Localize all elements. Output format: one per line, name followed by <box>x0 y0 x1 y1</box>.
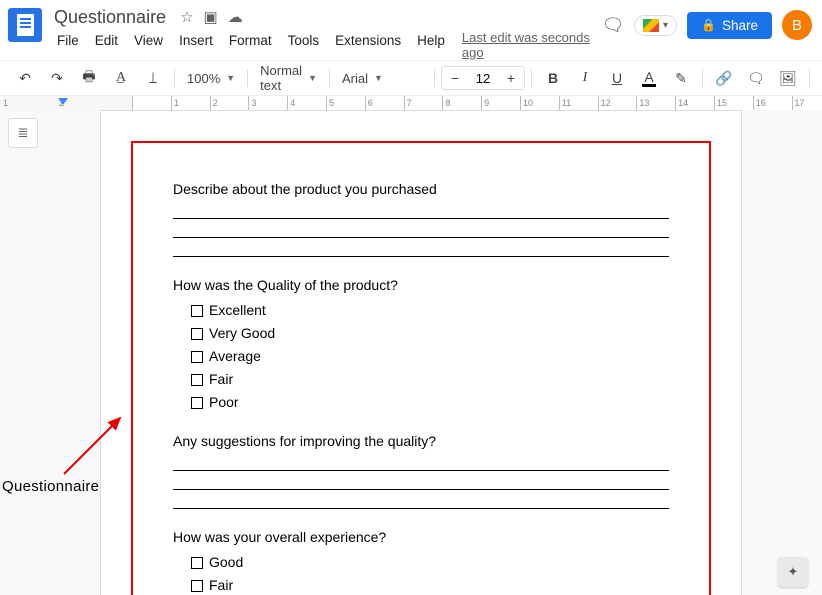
separator <box>174 69 175 87</box>
separator <box>702 69 703 87</box>
option-label: Average <box>209 346 261 367</box>
align-button[interactable]: ≣ <box>816 66 822 90</box>
separator <box>809 69 810 87</box>
italic-button[interactable]: I <box>570 66 600 90</box>
docs-logo-glyph <box>17 14 34 36</box>
annotation-label: Questionnaire <box>2 478 99 495</box>
lock-icon: 🔒 <box>701 18 716 32</box>
checkbox-option[interactable]: Excellent <box>191 300 669 321</box>
separator <box>247 69 248 87</box>
account-avatar[interactable]: B <box>782 10 812 40</box>
workspace: ≣ Describe about the product you purchas… <box>0 110 822 595</box>
toolbar: ↶ ↷ 🖶 A̲ ⟘ 100% ▼ Normal text ▼ Arial ▼ − +… <box>0 60 822 96</box>
docs-logo[interactable] <box>8 8 42 42</box>
move-icon[interactable]: ▣ <box>204 8 218 26</box>
app-header: Questionnaire ☆ ▣ ☁ File Edit View Inser… <box>0 0 822 60</box>
cloud-status-icon[interactable]: ☁ <box>228 8 243 26</box>
insert-comment-button[interactable]: 🗨 <box>741 66 771 90</box>
option-label: Excellent <box>209 300 266 321</box>
document-page[interactable]: Describe about the product you purchased… <box>100 110 742 595</box>
menu-insert[interactable]: Insert <box>172 30 220 60</box>
checkbox-option[interactable]: Fair <box>191 369 669 390</box>
spellcheck-button[interactable]: A̲ <box>106 66 136 90</box>
question-4-options: GoodFairBad <box>173 552 669 595</box>
separator <box>329 69 330 87</box>
print-button[interactable]: 🖶 <box>74 66 104 90</box>
bold-button[interactable]: B <box>538 66 568 90</box>
menu-bar: File Edit View Insert Format Tools Exten… <box>50 28 602 60</box>
option-label: Fair <box>209 575 233 595</box>
option-label: Fair <box>209 369 233 390</box>
checkbox-icon <box>191 557 203 569</box>
font-size-decrease[interactable]: − <box>442 66 468 90</box>
separator <box>531 69 532 87</box>
font-value: Arial <box>342 71 368 86</box>
zoom-value: 100% <box>187 71 220 86</box>
checkbox-option[interactable]: Very Good <box>191 323 669 344</box>
answer-lines <box>173 204 669 257</box>
menu-edit[interactable]: Edit <box>88 30 125 60</box>
menu-extensions[interactable]: Extensions <box>328 30 408 60</box>
checkbox-option[interactable]: Fair <box>191 575 669 595</box>
question-2: How was the Quality of the product? <box>173 275 669 296</box>
question-4: How was your overall experience? <box>173 527 669 548</box>
checkbox-option[interactable]: Average <box>191 346 669 367</box>
checkbox-icon <box>191 305 203 317</box>
menu-file[interactable]: File <box>50 30 86 60</box>
star-icon[interactable]: ☆ <box>180 8 193 26</box>
menu-view[interactable]: View <box>127 30 170 60</box>
share-button[interactable]: 🔒 Share <box>687 12 772 39</box>
question-1: Describe about the product you purchased <box>173 179 669 200</box>
header-right: 🗨 ▾ 🔒 Share B <box>602 6 812 40</box>
highlight-button[interactable]: ✎ <box>666 66 696 90</box>
undo-button[interactable]: ↶ <box>10 66 40 90</box>
insert-image-button[interactable]: 🖼 <box>773 66 803 90</box>
explore-button[interactable]: ✦ <box>778 557 808 587</box>
checkbox-icon <box>191 328 203 340</box>
document-outline-button[interactable]: ≣ <box>8 118 38 148</box>
meet-button[interactable]: ▾ <box>634 15 677 36</box>
option-label: Good <box>209 552 243 573</box>
menu-format[interactable]: Format <box>222 30 279 60</box>
underline-button[interactable]: U <box>602 66 632 90</box>
font-size-input[interactable] <box>468 70 498 87</box>
title-area: Questionnaire ☆ ▣ ☁ File Edit View Inser… <box>50 6 602 60</box>
answer-lines <box>173 456 669 509</box>
last-edit-link[interactable]: Last edit was seconds ago <box>462 30 602 60</box>
comment-history-icon[interactable]: 🗨 <box>602 14 624 36</box>
checkbox-icon <box>191 351 203 363</box>
menu-help[interactable]: Help <box>410 30 452 60</box>
style-value: Normal text <box>260 63 302 93</box>
share-label: Share <box>722 18 758 33</box>
chevron-down-icon: ▼ <box>308 73 317 83</box>
meet-icon <box>643 19 659 32</box>
menu-tools[interactable]: Tools <box>281 30 327 60</box>
checkbox-icon <box>191 374 203 386</box>
question-2-options: ExcellentVery GoodAverageFairPoor <box>173 300 669 413</box>
checkbox-icon <box>191 397 203 409</box>
insert-link-button[interactable]: 🔗 <box>709 66 739 90</box>
chevron-down-icon: ▾ <box>663 20 668 31</box>
ruler-tick: 1 <box>3 98 8 108</box>
chevron-down-icon: ▼ <box>226 73 235 83</box>
checkbox-option[interactable]: Poor <box>191 392 669 413</box>
checkbox-icon <box>191 580 203 592</box>
paint-format-button[interactable]: ⟘ <box>138 66 168 90</box>
font-size-increase[interactable]: + <box>498 66 524 90</box>
option-label: Very Good <box>209 323 275 344</box>
document-title[interactable]: Questionnaire <box>50 7 170 28</box>
option-label: Poor <box>209 392 239 413</box>
question-3: Any suggestions for improving the qualit… <box>173 431 669 452</box>
chevron-down-icon: ▼ <box>374 73 383 83</box>
font-size-stepper: − + <box>441 66 525 90</box>
checkbox-option[interactable]: Good <box>191 552 669 573</box>
text-color-button[interactable]: A <box>634 66 664 90</box>
paragraph-style-select[interactable]: Normal text ▼ <box>254 66 323 90</box>
redo-button[interactable]: ↷ <box>42 66 72 90</box>
page-content[interactable]: Describe about the product you purchased… <box>131 141 711 595</box>
zoom-select[interactable]: 100% ▼ <box>181 66 241 90</box>
separator <box>434 69 435 87</box>
font-select[interactable]: Arial ▼ <box>336 66 428 90</box>
